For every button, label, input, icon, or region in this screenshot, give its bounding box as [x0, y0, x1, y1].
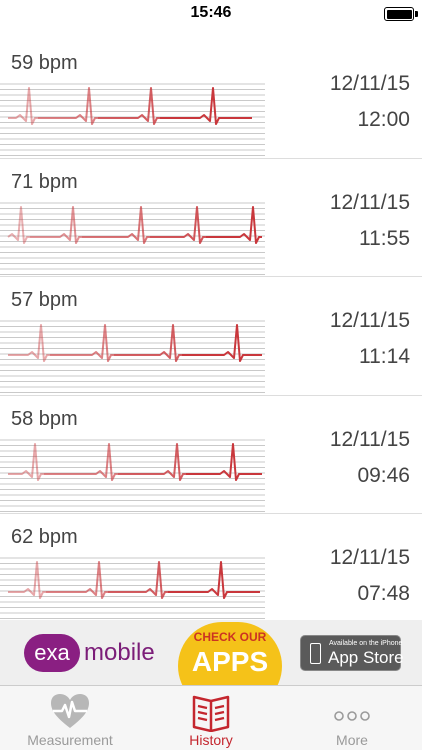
exa-logo-text: exa [34, 640, 70, 665]
app-store-label: App Store [328, 648, 404, 667]
measurement-list[interactable]: 59 bpm 12/11/15 12:00 71 bpm 12/11/15 11… [0, 40, 422, 620]
measurement-date: 12/11/15 [329, 190, 410, 214]
measurement-row[interactable]: 71 bpm 12/11/15 11:55 [0, 159, 422, 277]
measurement-time: 11:55 [359, 226, 410, 250]
ad-banner[interactable]: exa mobile CHECK OUR APPS Available on t… [0, 620, 422, 685]
ecg-trace [0, 439, 265, 512]
exa-logo-word: mobile [84, 639, 155, 666]
app-store-button[interactable]: Available on the iPhone App Store [300, 635, 404, 671]
battery-icon [384, 7, 414, 21]
bpm-value: 59 bpm [11, 52, 78, 74]
measurement-row[interactable]: 62 bpm 12/11/15 07:48 [0, 514, 422, 620]
measurement-time: 12:00 [357, 108, 410, 131]
measurement-time: 11:14 [359, 345, 410, 368]
ecg-trace [0, 557, 265, 619]
bpm-value: 58 bpm [11, 407, 78, 430]
tab-measurement[interactable]: Measurement [0, 686, 140, 750]
measurement-time: 07:48 [357, 582, 410, 605]
iphone-icon [310, 643, 321, 664]
tab-label: Measurement [27, 732, 113, 748]
tab-bar: Measurement History More [0, 685, 422, 750]
more-dots-icon [334, 711, 370, 721]
exa-mobile-logo[interactable]: exa mobile [24, 634, 166, 672]
apps-promo-small: CHECK OUR [193, 630, 267, 644]
ecg-trace [0, 320, 265, 393]
measurement-row[interactable]: 57 bpm 12/11/15 11:14 [0, 277, 422, 396]
tab-label: History [189, 732, 233, 748]
tab-label: More [336, 732, 368, 748]
measurement-time: 09:46 [357, 463, 410, 487]
bpm-value: 57 bpm [11, 289, 78, 311]
tab-history[interactable]: History [141, 686, 281, 750]
measurement-date: 12/11/15 [329, 427, 410, 451]
status-time: 15:46 [190, 4, 232, 21]
measurement-date: 12/11/15 [329, 72, 410, 95]
book-icon [192, 695, 230, 732]
measurement-date: 12/11/15 [329, 546, 410, 569]
measurement-row[interactable]: 59 bpm 12/11/15 12:00 [0, 40, 422, 159]
bpm-value: 62 bpm [11, 526, 78, 548]
app-store-small-label: Available on the iPhone [329, 640, 403, 647]
check-apps-badge[interactable]: CHECK OUR APPS [178, 622, 282, 685]
ecg-trace [0, 83, 265, 156]
tab-more[interactable]: More [282, 686, 422, 750]
measurement-row[interactable]: 58 bpm 12/11/15 09:46 [0, 396, 422, 514]
bpm-value: 71 bpm [11, 170, 78, 193]
status-bar: 15:46 [0, 0, 422, 27]
battery-tip [415, 11, 418, 17]
heart-icon [51, 694, 89, 728]
exa-pill: exa [24, 634, 80, 672]
measurement-date: 12/11/15 [329, 309, 410, 332]
apps-promo-big: APPS [191, 646, 269, 677]
ecg-trace [0, 202, 265, 275]
